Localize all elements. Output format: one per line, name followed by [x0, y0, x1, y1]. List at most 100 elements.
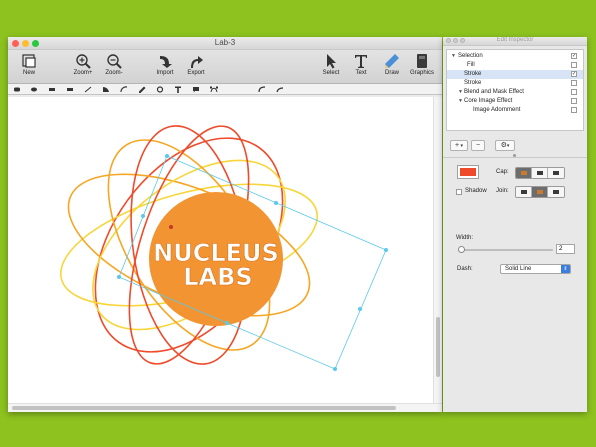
disclosure-triangle-icon[interactable]: ▼ — [451, 52, 456, 61]
export-icon — [191, 56, 203, 68]
title-bar[interactable]: Lab-3 — [8, 37, 442, 50]
tree-checkbox[interactable]: ✓ — [571, 53, 577, 59]
disclosure-triangle-icon[interactable]: ▼ — [458, 88, 463, 97]
selection-handle[interactable] — [117, 275, 121, 279]
import-icon — [160, 56, 172, 68]
ring-icon[interactable] — [156, 86, 164, 93]
arc-icon[interactable] — [120, 86, 128, 93]
export-button[interactable]: Export — [181, 53, 211, 76]
butt-cap-icon[interactable] — [516, 168, 532, 178]
zoom-out-label: Zoom- — [105, 70, 123, 76]
curve-icon[interactable] — [258, 86, 266, 93]
line-icon[interactable] — [84, 86, 92, 93]
bevel-join-icon[interactable] — [548, 187, 564, 197]
speech-bubble-icon[interactable] — [192, 86, 200, 93]
square-cap-icon[interactable] — [548, 168, 564, 178]
join-label: Join: — [496, 188, 509, 194]
dash-style-select[interactable]: Solid Line ⇕ — [500, 264, 571, 274]
tree-row-blend-mask[interactable]: ▼ Blend and Mask Effect — [447, 88, 583, 97]
import-label: Import — [156, 70, 174, 76]
width-slider[interactable] — [460, 249, 553, 251]
stroke-color-well[interactable] — [457, 165, 479, 179]
tree-label: Fill — [467, 62, 475, 68]
horizontal-scroll-thumb[interactable] — [12, 406, 396, 410]
stroke-color-swatch — [460, 168, 476, 176]
dash-value: Solid Line — [505, 266, 532, 272]
text-tool-icon[interactable] — [174, 86, 182, 93]
selection-handle[interactable] — [225, 321, 229, 325]
selection-handle[interactable] — [274, 201, 278, 205]
text-tool-button[interactable]: Text — [346, 53, 376, 76]
tree-row-fill[interactable]: Fill — [447, 61, 583, 70]
width-field[interactable]: 2 — [556, 244, 575, 254]
tree-label: Core Image Effect — [464, 98, 513, 104]
window-title: Lab-3 — [214, 38, 236, 47]
shape-tools-bar — [8, 84, 442, 95]
edit-inspector-panel: Edit Inspector ▼ Selection ✓ Fill Stroke… — [443, 37, 587, 412]
tree-label: Selection — [458, 53, 483, 59]
new-button[interactable]: New — [14, 53, 44, 76]
inspector-title-bar[interactable]: Edit Inspector — [443, 37, 587, 46]
tree-checkbox[interactable] — [571, 98, 577, 104]
pen-icon[interactable] — [138, 86, 146, 93]
cap-style-segmented-control[interactable] — [515, 167, 565, 179]
new-label: New — [22, 70, 35, 76]
book-icon — [417, 54, 427, 68]
tree-checkbox[interactable] — [571, 62, 577, 68]
arrow-cursor-icon — [327, 54, 336, 69]
import-button[interactable]: Import — [150, 53, 180, 76]
rounded-rect-icon[interactable] — [13, 86, 21, 93]
shadow-checkbox[interactable] — [456, 189, 462, 195]
oval-icon[interactable] — [30, 86, 38, 93]
horizontal-scrollbar[interactable] — [8, 403, 442, 412]
zoom-in-button[interactable]: Zoom+ — [68, 53, 98, 76]
artwork[interactable]: NUCLEUS LABS — [8, 97, 433, 403]
text-label: Text — [355, 70, 367, 76]
miter-join-icon[interactable] — [516, 187, 532, 197]
selection-handle[interactable] — [358, 307, 362, 311]
tree-checkbox[interactable] — [571, 107, 577, 113]
tree-label: Image Adornment — [473, 107, 521, 113]
tree-row-stroke[interactable]: Stroke — [447, 79, 583, 88]
select-tool-button[interactable]: Select — [316, 53, 346, 76]
remove-effect-button[interactable]: − — [471, 140, 485, 151]
vertical-scrollbar[interactable] — [433, 97, 442, 403]
tree-row-core-image[interactable]: ▼ Core Image Effect — [447, 97, 583, 106]
graphics-label: Graphics — [409, 70, 434, 76]
rect-icon[interactable] — [66, 86, 74, 93]
selection-handle[interactable] — [141, 214, 145, 218]
disclosure-triangle-icon[interactable]: ▼ — [458, 97, 463, 106]
zoom-out-button[interactable]: Zoom- — [99, 53, 129, 76]
zoom-in-icon — [76, 54, 91, 69]
add-effect-button[interactable]: + ▾ — [450, 140, 468, 151]
action-menu-button[interactable]: ⚙▾ — [495, 140, 515, 151]
width-label: Width: — [456, 235, 474, 241]
zoom-out-icon — [107, 54, 122, 69]
tree-row-selection[interactable]: ▼ Selection ✓ — [447, 52, 583, 61]
tree-label: Blend and Mask Effect — [464, 89, 524, 95]
tree-checkbox[interactable] — [571, 89, 577, 95]
chevron-updown-icon: ⇕ — [561, 265, 570, 273]
drawing-canvas[interactable]: NUCLEUS LABS — [8, 97, 433, 403]
vertical-scroll-thumb[interactable] — [436, 317, 440, 377]
rect-icon[interactable] — [48, 86, 56, 93]
document-window: Lab-3 New Zoom+ Zoom- Import Export Sele… — [8, 37, 442, 412]
tree-row-stroke-selected[interactable]: Stroke ✓ — [447, 70, 583, 79]
tree-row-image-adornment[interactable]: Image Adornment — [447, 106, 583, 115]
width-slider-knob[interactable] — [458, 246, 465, 253]
draw-tool-button[interactable]: Draw — [377, 53, 407, 76]
bezier-icon[interactable] — [210, 86, 218, 93]
tree-checkbox[interactable] — [571, 80, 577, 86]
round-join-icon[interactable] — [532, 187, 548, 197]
rotation-handle[interactable] — [169, 225, 173, 229]
round-cap-icon[interactable] — [532, 168, 548, 178]
selection-handle[interactable] — [384, 248, 388, 252]
join-style-segmented-control[interactable] — [515, 186, 565, 198]
graphics-button[interactable]: Graphics — [407, 53, 437, 76]
pie-icon[interactable] — [102, 86, 110, 93]
toolbar: New Zoom+ Zoom- Import Export Select Tex… — [8, 50, 442, 84]
tree-checkbox[interactable]: ✓ — [571, 71, 577, 77]
curve-icon[interactable] — [276, 86, 284, 93]
selection-handle[interactable] — [165, 154, 169, 158]
selection-handle[interactable] — [333, 367, 337, 371]
